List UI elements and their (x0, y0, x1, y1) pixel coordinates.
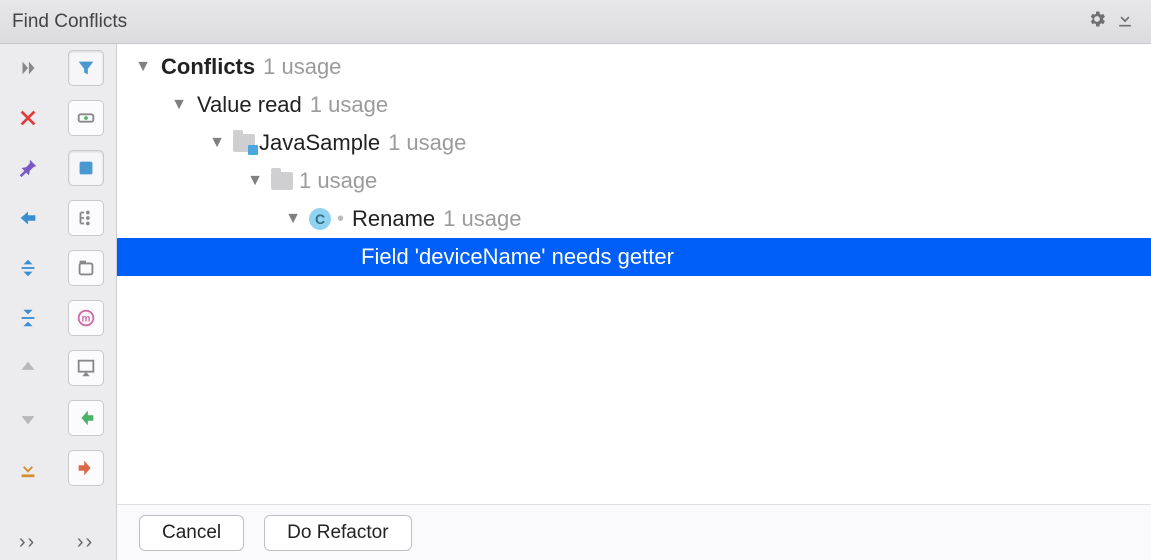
back-arrow-icon[interactable] (10, 200, 46, 236)
toolbar-left-1: ›› (0, 44, 56, 560)
scroll-to-source-icon[interactable] (68, 350, 104, 386)
usage-hint: 1 usage (263, 54, 341, 80)
rerun-icon[interactable] (10, 50, 46, 86)
next-icon[interactable] (10, 400, 46, 436)
highlight-icon[interactable] (68, 100, 104, 136)
import-settings-icon[interactable] (68, 400, 104, 436)
toolbar-left-2: m ›› (56, 44, 116, 560)
main-panel: ▼ Conflicts 1 usage ▼ Value read 1 usage… (116, 44, 1151, 560)
usage-hint: 1 usage (443, 206, 521, 232)
module-folder-icon (229, 134, 259, 152)
tree-node-package[interactable]: ▼ 1 usage (117, 162, 1151, 200)
tree-root[interactable]: ▼ Conflicts 1 usage (117, 48, 1151, 86)
class-icon: C (305, 208, 335, 230)
cancel-button[interactable]: Cancel (139, 515, 244, 551)
pin-icon[interactable] (10, 150, 46, 186)
autoscroll-icon[interactable] (68, 150, 104, 186)
expand-all-icon[interactable] (10, 250, 46, 286)
collapse-all-icon[interactable] (10, 300, 46, 336)
download-icon[interactable] (1111, 9, 1139, 35)
close-icon[interactable] (10, 100, 46, 136)
footer: Cancel Do Refactor (117, 504, 1151, 560)
usage-hint: 1 usage (388, 130, 466, 156)
tree-label: Value read (197, 92, 302, 118)
show-members-icon[interactable]: m (68, 300, 104, 336)
do-refactor-button[interactable]: Do Refactor (264, 515, 411, 551)
expand-arrow-icon[interactable]: ▼ (243, 172, 267, 190)
panel-title: Find Conflicts (12, 11, 1083, 33)
tree-node-value-read[interactable]: ▼ Value read 1 usage (117, 86, 1151, 124)
prev-icon[interactable] (10, 350, 46, 386)
settings-gear-icon[interactable] (1083, 9, 1111, 35)
tree-label: JavaSample (259, 130, 380, 156)
filter-icon[interactable] (68, 50, 104, 86)
tree-node-conflict-item[interactable]: Field 'deviceName' needs getter (117, 238, 1151, 276)
dot-icon: • (337, 208, 344, 231)
more-icon[interactable]: ›› (19, 524, 36, 560)
expand-arrow-icon[interactable]: ▼ (131, 58, 155, 76)
usage-hint: 1 usage (299, 168, 377, 194)
group-by-icon[interactable] (68, 200, 104, 236)
expand-arrow-icon[interactable]: ▼ (281, 210, 305, 228)
tree-node-module[interactable]: ▼ JavaSample 1 usage (117, 124, 1151, 162)
conflicts-tree[interactable]: ▼ Conflicts 1 usage ▼ Value read 1 usage… (117, 44, 1151, 504)
svg-text:m: m (81, 314, 90, 325)
panel-header: Find Conflicts (0, 0, 1151, 44)
expand-arrow-icon[interactable]: ▼ (167, 96, 191, 114)
expand-arrow-icon[interactable]: ▼ (205, 134, 229, 152)
tree-label: Conflicts (161, 54, 255, 80)
usage-hint: 1 usage (310, 92, 388, 118)
tree-label: Rename (352, 206, 435, 232)
more-icon-2[interactable]: ›› (77, 524, 94, 560)
tree-node-class[interactable]: ▼ C • Rename 1 usage (117, 200, 1151, 238)
flatten-packages-icon[interactable] (68, 250, 104, 286)
folder-icon (267, 172, 297, 190)
export-settings-icon[interactable] (68, 450, 104, 486)
conflict-message: Field 'deviceName' needs getter (361, 244, 674, 270)
export-icon[interactable] (10, 450, 46, 486)
